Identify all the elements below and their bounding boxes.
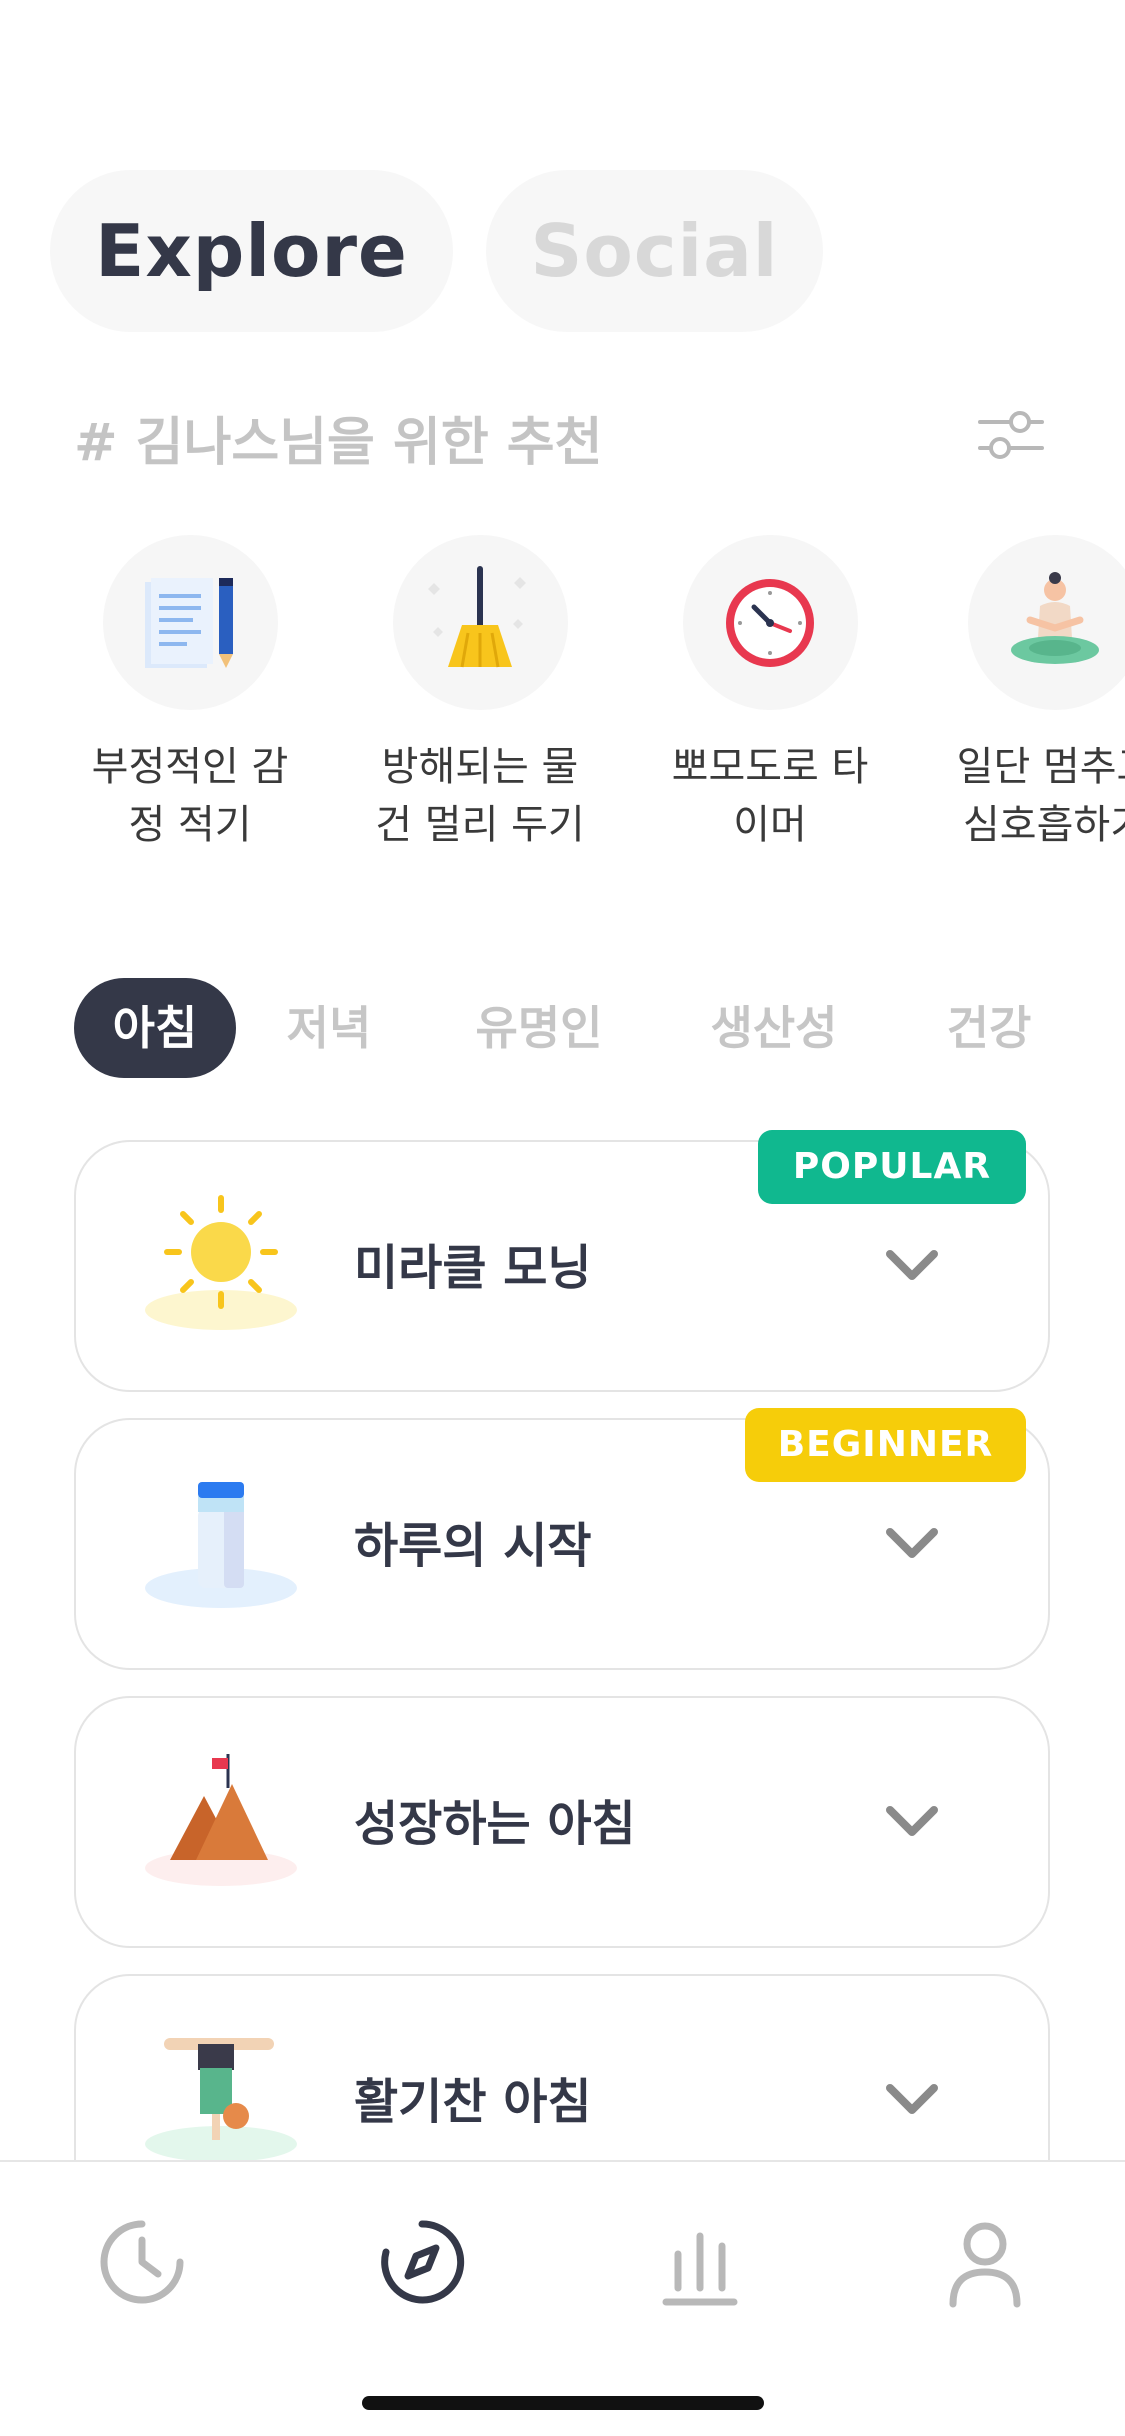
popular-badge: POPULAR	[758, 1130, 1026, 1204]
routine-card-growing-morning[interactable]: 성장하는 아침	[74, 1696, 1050, 1948]
profile-icon[interactable]	[935, 2212, 1035, 2312]
broom-icon	[428, 565, 526, 667]
explore-screen: Explore Social # 김나스님을 위한 추천 부정적인 감 정 적기…	[0, 0, 1125, 2436]
beginner-badge: BEGINNER	[745, 1408, 1026, 1482]
routine-title: 성장하는 아침	[354, 1796, 636, 1852]
home-indicator	[362, 2396, 764, 2410]
tab-explore[interactable]: Explore	[50, 170, 453, 332]
chip-evening[interactable]: 저녁	[274, 978, 384, 1078]
rec-item-breathing[interactable]: 일단 멈추고 심호흡하기	[930, 535, 1125, 854]
rec-item-negative-emotion[interactable]: 부정적인 감 정 적기	[65, 535, 315, 854]
chip-morning[interactable]: 아침	[74, 978, 236, 1078]
notebook-pencil-icon	[145, 577, 233, 668]
sun-icon	[145, 1195, 297, 1330]
chip-productivity[interactable]: 생산성	[694, 978, 854, 1078]
filter-icon[interactable]	[976, 400, 1046, 470]
mountain-flag-icon	[145, 1754, 297, 1886]
category-chips: 아침 저녁 유명인 생산성 건강	[74, 978, 1125, 1078]
rec-item-label: 뽀모도로 타 이머	[671, 744, 869, 848]
chevron-down-icon[interactable]	[882, 1524, 942, 1564]
history-icon[interactable]	[92, 2212, 192, 2312]
handstand-icon	[145, 2038, 297, 2162]
chevron-down-icon[interactable]	[882, 2080, 942, 2120]
recommendation-header: # 김나스님을 위한 추천	[74, 413, 603, 473]
rec-item-label: 방해되는 물 건 멀리 두기	[375, 744, 585, 848]
routine-title: 하루의 시작	[354, 1518, 592, 1574]
recommendation-list: 부정적인 감 정 적기 방해되는 물 건 멀리 두기 뽀모도로 타 이머 일단 …	[0, 535, 1125, 855]
meditation-icon	[1011, 571, 1099, 664]
tab-social[interactable]: Social	[486, 170, 823, 332]
chevron-down-icon[interactable]	[882, 1802, 942, 1842]
chip-celebrity[interactable]: 유명인	[464, 978, 614, 1078]
explore-icon[interactable]	[372, 2212, 472, 2312]
rec-item-label: 일단 멈추고 심호흡하기	[956, 744, 1125, 848]
bottom-nav	[0, 2160, 1125, 2436]
clock-icon	[726, 578, 814, 667]
water-bottle-icon	[145, 1482, 297, 1608]
chevron-down-icon[interactable]	[882, 1246, 942, 1286]
routine-title: 미라클 모닝	[354, 1240, 592, 1296]
chip-health[interactable]: 건강	[934, 978, 1044, 1078]
stats-icon[interactable]	[650, 2212, 750, 2312]
rec-item-label: 부정적인 감 정 적기	[91, 744, 289, 848]
rec-item-pomodoro[interactable]: 뽀모도로 타 이머	[645, 535, 895, 854]
rec-item-distraction[interactable]: 방해되는 물 건 멀리 두기	[355, 535, 605, 854]
